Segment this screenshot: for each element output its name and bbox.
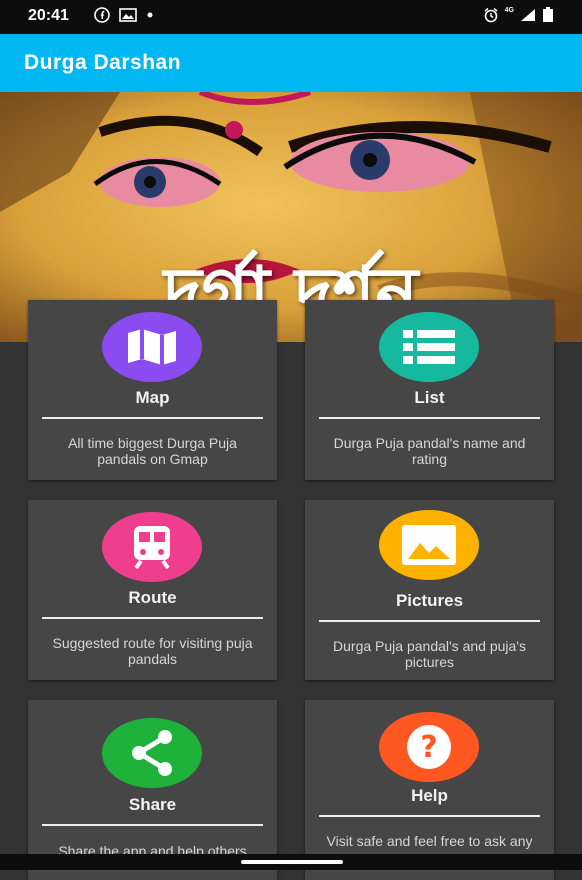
route-icon-circle: [102, 512, 202, 582]
help-card-title: Help: [411, 786, 448, 805]
home-indicator[interactable]: [241, 860, 343, 864]
map-card-divider: [42, 417, 263, 419]
map-card-description: All time biggest Durga Puja pandals on G…: [68, 435, 237, 467]
map-card[interactable]: Map All time biggest Durga Puja pandals …: [28, 300, 277, 480]
share-card-title: Share: [128, 795, 177, 814]
share-icon-circle: [102, 718, 202, 788]
pictures-card[interactable]: Pictures Durga Puja pandal's and puja's …: [305, 500, 554, 680]
pictures-card-divider: [319, 620, 540, 622]
pictures-card-title: Pictures: [395, 591, 464, 610]
list-icon-circle: [379, 312, 479, 382]
notification-dot-icon: [147, 12, 153, 18]
share-icon: [132, 730, 172, 776]
map-icon-circle: [102, 312, 202, 382]
alarm-icon: [484, 7, 498, 23]
app-title: Durga Darshan: [24, 51, 182, 74]
route-card-title: Route: [128, 588, 177, 607]
status-bar: 20:41 4G: [0, 0, 582, 34]
share-card-divider: [42, 824, 263, 826]
battery-icon: [543, 7, 553, 22]
status-time: 20:41: [28, 7, 69, 24]
gallery-notification-icon: [119, 8, 137, 22]
signal-icon: [521, 9, 535, 21]
list-card-title: List: [414, 388, 445, 407]
help-icon: ?: [407, 725, 451, 769]
facebook-icon: [94, 7, 110, 23]
route-card[interactable]: Route Suggested route for visiting puja …: [28, 500, 277, 680]
route-card-divider: [42, 617, 263, 619]
share-card[interactable]: Share Share the app and help others: [28, 700, 277, 880]
pictures-card-description: Durga Puja pandal's and puja's pictures: [333, 638, 526, 670]
pictures-icon-circle: [379, 510, 479, 580]
map-icon: [128, 329, 176, 365]
app-bar: Durga Darshan: [0, 34, 582, 92]
image-icon: [402, 525, 456, 565]
list-card-divider: [319, 417, 540, 419]
help-card[interactable]: ? Help Visit safe and feel free to ask a…: [305, 700, 554, 880]
svg-text:?: ?: [420, 730, 437, 765]
route-card-description: Suggested route for visiting puja pandal…: [52, 635, 253, 667]
list-icon: [403, 330, 455, 364]
list-card-description: Durga Puja pandal's name and rating: [333, 435, 526, 467]
train-icon: [134, 526, 170, 570]
network-type-label: 4G: [504, 6, 514, 14]
map-card-title: Map: [135, 388, 170, 407]
list-card[interactable]: List Durga Puja pandal's name and rating: [305, 300, 554, 480]
help-icon-circle: ?: [379, 712, 479, 782]
help-card-divider: [319, 815, 540, 817]
